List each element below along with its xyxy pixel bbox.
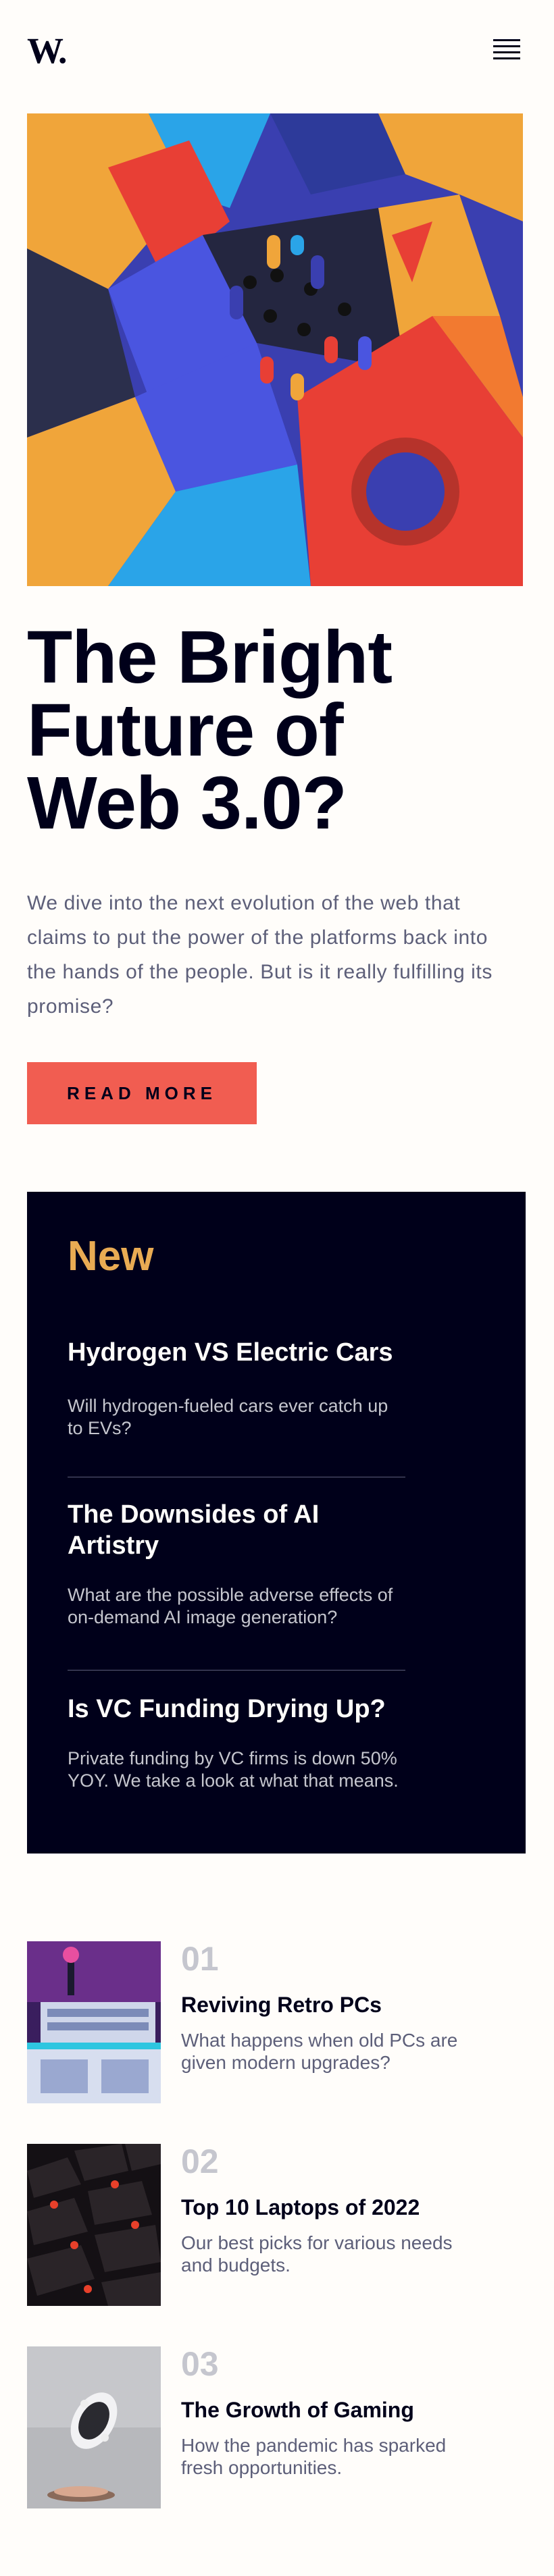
article-text: Our best picks for various needs and bud… bbox=[181, 2232, 453, 2276]
article-title[interactable]: The Growth of Gaming bbox=[181, 2398, 414, 2423]
retro-pc-image bbox=[27, 1941, 161, 2103]
new-section: New Hydrogen VS Electric Cars Will hydro… bbox=[27, 1192, 526, 1854]
new-item-text: Private funding by VC firms is down 50% … bbox=[68, 1748, 399, 1791]
hero-description: We dive into the next evolution of the w… bbox=[27, 892, 493, 1018]
new-section-title: New bbox=[68, 1233, 154, 1280]
site-header: W. bbox=[27, 27, 527, 69]
divider bbox=[68, 1670, 405, 1671]
new-item-title[interactable]: Is VC Funding Drying Up? bbox=[68, 1693, 405, 1725]
new-item: The Downsides of AI Artistry What are th… bbox=[68, 1499, 405, 1629]
new-item-title[interactable]: Hydrogen VS Electric Cars bbox=[68, 1337, 405, 1368]
article-title[interactable]: Top 10 Laptops of 2022 bbox=[181, 2195, 420, 2220]
article-number: 03 bbox=[181, 2345, 219, 2383]
new-item-text: Will hydrogen-fueled cars ever catch up … bbox=[68, 1396, 388, 1438]
article-title[interactable]: Reviving Retro PCs bbox=[181, 1993, 382, 2018]
hero-image bbox=[27, 113, 523, 586]
hero-title: The Bright Future of Web 3.0? bbox=[27, 616, 393, 845]
game-controller-image bbox=[27, 2346, 161, 2508]
article-list-item: 01 Reviving Retro PCs What happens when … bbox=[27, 1940, 527, 2103]
new-item: Hydrogen VS Electric Cars Will hydrogen-… bbox=[68, 1337, 405, 1440]
new-item-title[interactable]: The Downsides of AI Artistry bbox=[68, 1499, 405, 1561]
article-number: 02 bbox=[181, 2143, 219, 2180]
new-item-text: What are the possible adverse effects of… bbox=[68, 1585, 393, 1627]
article-list-item: 03 The Growth of Gaming How the pandemic… bbox=[27, 2345, 527, 2508]
new-item: Is VC Funding Drying Up? Private funding… bbox=[68, 1693, 405, 1792]
read-more-button[interactable]: READ MORE bbox=[27, 1062, 257, 1124]
keyboard-image bbox=[27, 2144, 161, 2306]
article-text: What happens when old PCs are given mode… bbox=[181, 2030, 458, 2073]
hamburger-menu-icon[interactable] bbox=[493, 39, 520, 59]
article-list-item: 02 Top 10 Laptops of 2022 Our best picks… bbox=[27, 2143, 527, 2306]
site-logo[interactable]: W. bbox=[27, 32, 68, 69]
article-text: How the pandemic has sparked fresh oppor… bbox=[181, 2435, 447, 2478]
article-number: 01 bbox=[181, 1940, 219, 1978]
